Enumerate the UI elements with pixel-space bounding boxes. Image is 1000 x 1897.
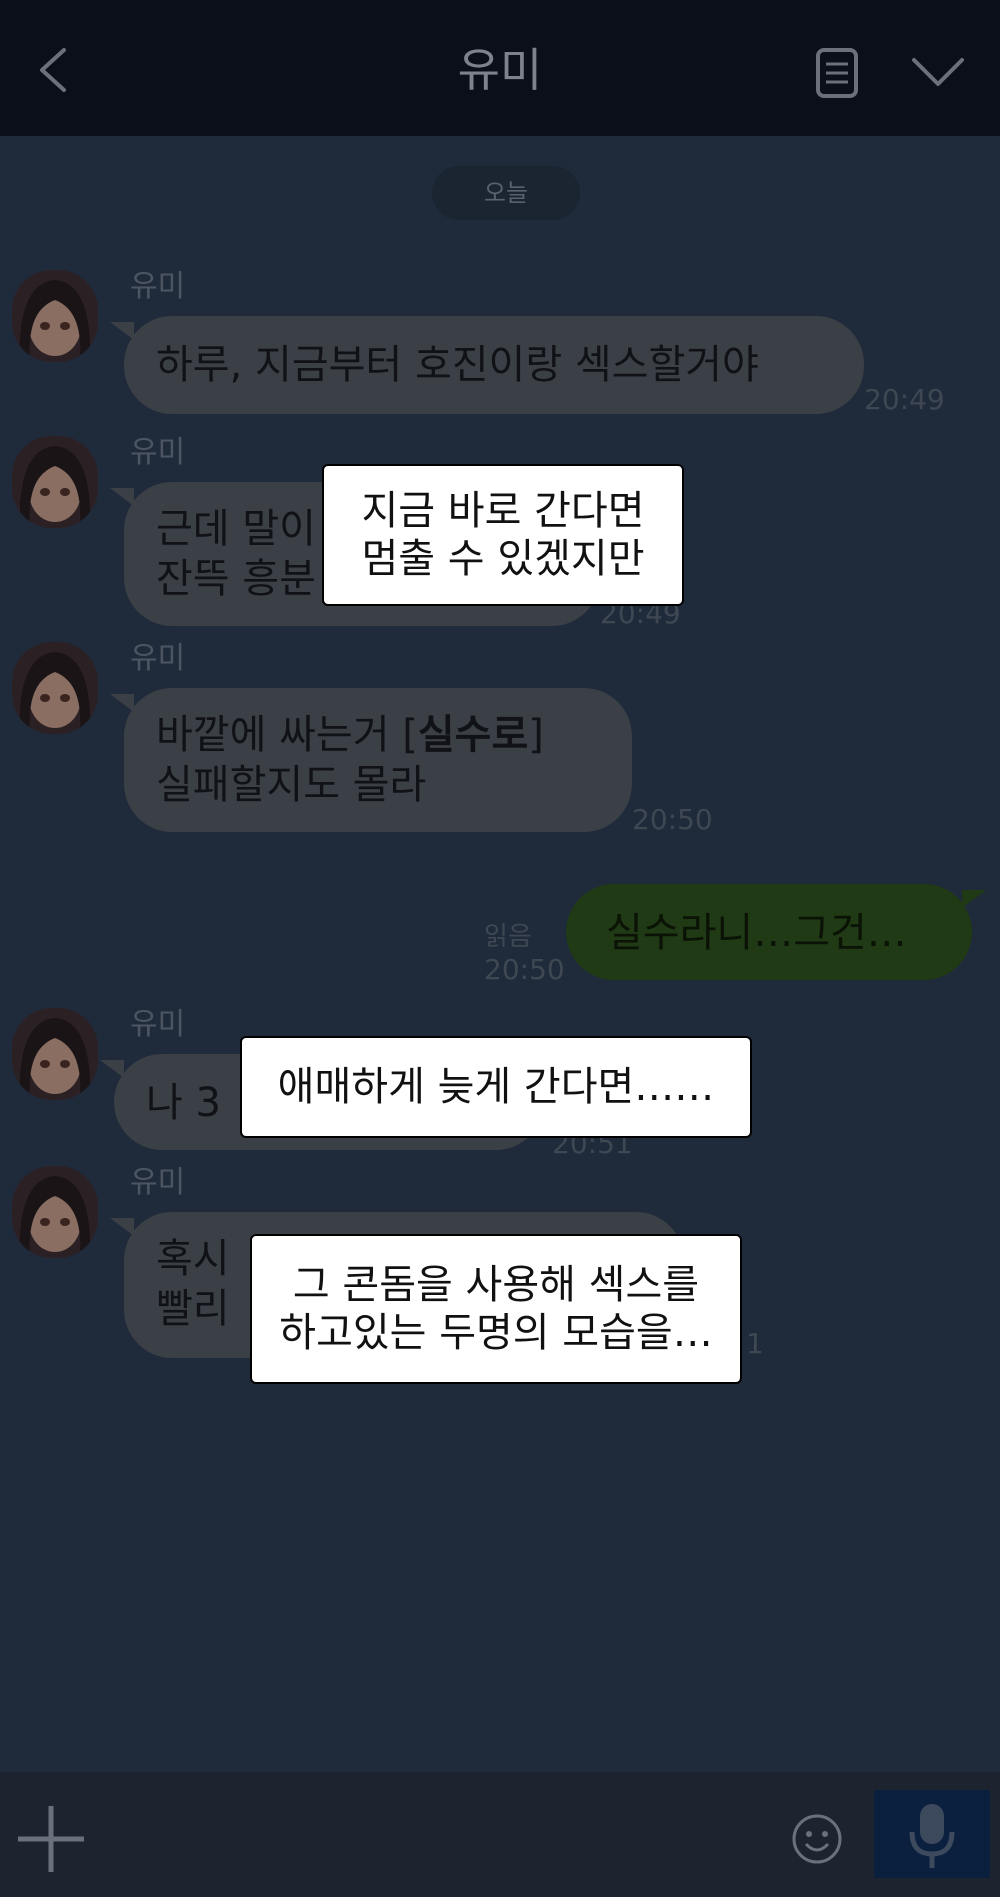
avatar[interactable] [12,642,98,734]
message-time: 20:50 [484,953,565,986]
message-text: 하루, 지금부터 호진이랑 섹스할거야 [156,342,759,388]
message-bubble[interactable]: 하루, 지금부터 호진이랑 섹스할거야 [110,316,864,414]
caption-line: 애매하게 늦게 간다면…… [277,1064,715,1110]
caption-box: 지금 바로 간다면 멈출 수 있겠지만 [322,464,684,606]
date-divider: 오늘 [432,166,580,220]
emoji-icon[interactable] [790,1812,844,1866]
sender-name: 유미 [130,641,186,676]
my-message-bubble[interactable]: 실수라니…그건… [566,884,986,980]
caption-box: 그 콘돔을 사용해 섹스를 하고있는 두명의 모습을… [250,1234,742,1384]
message-time: 1 [746,1327,764,1360]
avatar[interactable] [12,1008,98,1100]
sender-name: 유미 [130,1007,186,1042]
caption-box: 애매하게 늦게 간다면…… [240,1036,752,1138]
microphone-button[interactable] [874,1790,990,1878]
message-text: 실수라니…그건… [606,910,907,956]
message-bubble[interactable]: 바깥에 싸는거 [실수로] 실패할지도 몰라 [110,688,632,832]
chat-area[interactable]: 오늘 유미 하루, 지금부터 호진이랑 섹스할거야 20:49 유미 근데 말이… [0,136,1000,1772]
plus-icon[interactable] [14,1802,88,1876]
message-time: 20:50 [632,803,713,836]
input-bar [0,1772,1000,1897]
menu-icon[interactable] [810,46,864,100]
sender-name: 유미 [130,435,186,470]
caption-line: 멈출 수 있겠지만 [361,536,645,582]
message-text: 나 3 [146,1080,221,1126]
read-receipt: 읽음 [484,922,532,952]
caption-line: 그 콘돔을 사용해 섹스를 [292,1262,700,1308]
message-text-line: 바깥에 싸는거 [실수로] [156,712,544,758]
message-input[interactable] [112,1796,868,1884]
message-time: 20:49 [864,383,945,416]
chat-header: 유미 [0,0,1000,136]
avatar[interactable] [12,436,98,528]
avatar[interactable] [12,1166,98,1258]
sender-name: 유미 [130,1165,186,1200]
message-text-line: 실패할지도 몰라 [156,762,427,808]
caption-line: 지금 바로 간다면 [361,488,645,534]
microphone-icon [909,1804,955,1868]
chevron-down-icon[interactable] [908,48,968,98]
emphasized-text: 실수로 [417,712,529,758]
avatar[interactable] [12,270,98,362]
caption-line: 하고있는 두명의 모습을… [279,1310,713,1356]
sender-name: 유미 [130,269,186,304]
